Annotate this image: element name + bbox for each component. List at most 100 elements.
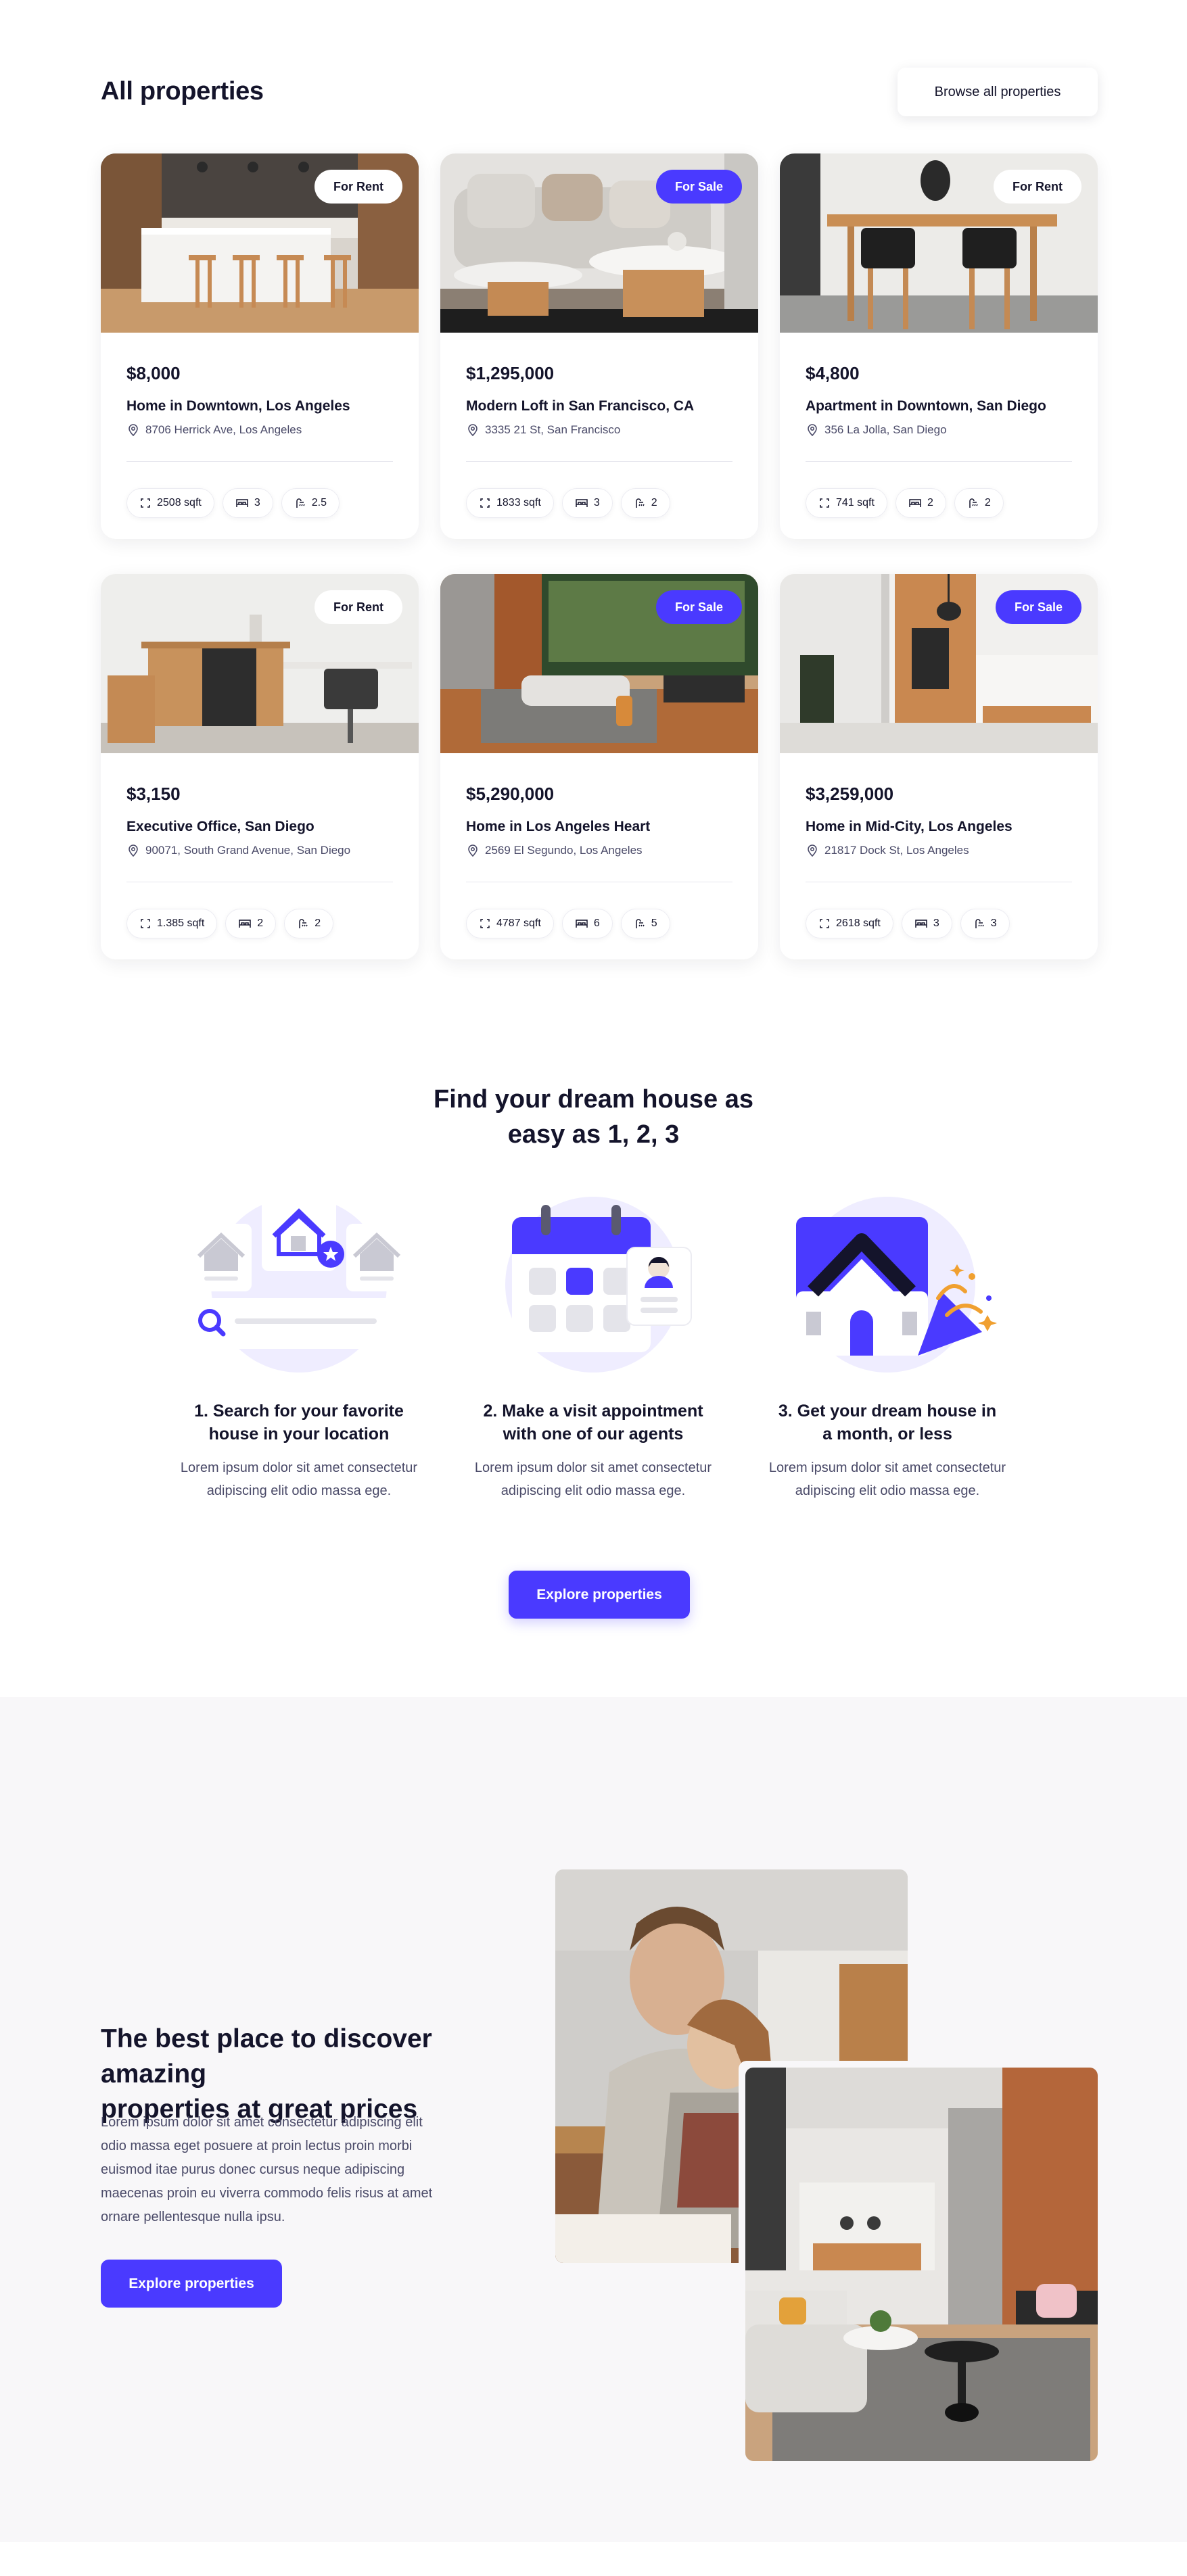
area-feature: 1.385 sqft [126,909,218,938]
listing-status-badge: For Rent [315,170,402,204]
shower-icon [969,498,978,508]
property-name[interactable]: Apartment in Downtown, San Diego [806,398,1046,414]
browse-all-properties-button[interactable]: Browse all properties [898,68,1098,116]
area-feature: 1833 sqft [466,488,554,518]
steps-title-line: Find your dream house as [434,1085,753,1114]
baths-feature: 2 [284,909,334,938]
property-name[interactable]: Executive Office, San Diego [126,819,315,835]
step-title-line: with one of our agents [503,1425,684,1444]
baths-value: 2.5 [311,497,327,508]
step-title-line: 2. Make a visit appointment [483,1402,703,1421]
property-photo-dining: For Rent [780,153,1098,333]
property-address: 8706 Herrick Ave, Los Angeles [126,423,302,437]
location-pin-icon [808,424,817,437]
step-title: 2. Make a visit appointment with one of … [444,1400,742,1446]
beds-feature: 2 [225,909,277,938]
beds-feature: 3 [222,488,273,518]
property-card[interactable]: For Rent $8,000 Home in Downtown, Los An… [101,153,419,539]
area-icon [480,498,490,508]
property-name[interactable]: Home in Los Angeles Heart [466,819,650,835]
property-address: 356 La Jolla, San Diego [806,423,947,437]
bed-icon [239,920,252,928]
location-pin-icon [808,844,817,857]
bed-icon [915,920,927,928]
card-divider [126,461,393,462]
step-description-line: adipiscing elit odio massa ege. [206,1483,392,1498]
area-feature: 4787 sqft [466,909,554,938]
beds-feature: 3 [561,488,613,518]
property-photo-office: For Rent [101,574,419,753]
property-address-text: 90071, South Grand Avenue, San Diego [145,844,351,857]
best-place-description-line: maecenas proin eu viverra commodo felis … [101,2186,433,2201]
beds-value: 3 [933,917,939,929]
property-card[interactable]: For Sale $1,295,000 Modern Loft in San F… [440,153,758,539]
property-card[interactable]: For Sale $5,290,000 Home in Los Angeles … [440,574,758,959]
beds-value: 6 [593,917,600,929]
beds-feature: 2 [895,488,946,518]
area-value: 2618 sqft [836,917,881,929]
property-price: $8,000 [126,363,181,383]
property-card[interactable]: For Rent $3,150 Executive Office, San Di… [101,574,419,959]
listing-status-badge: For Rent [315,590,402,624]
step-title-line: a month, or less [822,1425,952,1444]
property-address-text: 2569 El Segundo, Los Angeles [485,844,643,857]
property-name[interactable]: Home in Downtown, Los Angeles [126,398,350,414]
property-name[interactable]: Home in Mid-City, Los Angeles [806,819,1013,835]
property-address: 2569 El Segundo, Los Angeles [466,844,643,857]
card-divider [466,461,732,462]
property-features: 4787 sqft 6 5 [466,909,670,938]
best-place-description-line: odio massa eget posuere at proin lectus … [101,2139,413,2153]
property-name[interactable]: Modern Loft in San Francisco, CA [466,398,694,414]
property-features: 1.385 sqft 2 2 [126,909,334,938]
step-appointment: 2. Make a visit appointment with one of … [444,1197,742,1502]
area-icon [820,919,829,928]
property-card[interactable]: For Rent $4,800 Apartment in Downtown, S… [780,153,1098,539]
step-description: Lorem ipsum dolor sit amet consectetur a… [739,1456,1036,1502]
area-icon [141,498,150,508]
step-search: 1. Search for your favorite house in you… [150,1197,448,1502]
location-pin-icon [468,424,478,437]
baths-feature: 5 [620,909,670,938]
best-place-description-line: euismod itae purus donec cursus neque ad… [101,2162,405,2177]
baths-feature: 2 [954,488,1004,518]
beds-value: 3 [254,497,260,508]
properties-title: All properties [101,77,264,105]
step-description: Lorem ipsum dolor sit amet consectetur a… [444,1456,742,1502]
property-features: 2508 sqft 3 2.5 [126,488,340,518]
baths-value: 2 [651,497,657,508]
area-feature: 2618 sqft [806,909,893,938]
beds-feature: 3 [901,909,952,938]
area-value: 4787 sqft [496,917,541,929]
area-value: 2508 sqft [157,497,202,508]
location-pin-icon [129,844,138,857]
listing-status-badge: For Rent [994,170,1081,204]
beds-feature: 6 [561,909,613,938]
bed-icon [909,499,921,507]
area-icon [480,919,490,928]
property-card[interactable]: For Sale $3,259,000 Home in Mid-City, Lo… [780,574,1098,959]
best-place-explore-button[interactable]: Explore properties [101,2260,282,2308]
step-description-line: Lorem ipsum dolor sit amet consectetur [768,1460,1006,1475]
bed-icon [576,499,588,507]
property-photo-open-living: For Sale [440,574,758,753]
properties-section: All properties Browse all properties For… [101,68,1098,959]
step-description: Lorem ipsum dolor sit amet consectetur a… [150,1456,448,1502]
property-price: $4,800 [806,363,860,383]
step-title: 1. Search for your favorite house in you… [150,1400,448,1446]
location-pin-icon [129,424,138,437]
beds-value: 2 [257,917,264,929]
step-description-line: Lorem ipsum dolor sit amet consectetur [180,1460,418,1475]
best-place-description: Lorem ipsum dolor sit amet consectetur a… [101,2111,480,2229]
area-icon [141,919,150,928]
properties-header: All properties Browse all properties [101,68,1098,118]
shower-icon [299,919,308,928]
explore-properties-button[interactable]: Explore properties [509,1571,690,1619]
property-price: $5,290,000 [466,784,555,804]
shower-icon [296,498,305,508]
baths-feature: 3 [960,909,1010,938]
property-address: 3335 21 St, San Francisco [466,423,620,437]
listing-status-badge: For Sale [655,170,742,204]
property-price: $3,259,000 [806,784,894,804]
best-place-description-line: Lorem ipsum dolor sit amet consectetur a… [101,2115,423,2130]
property-features: 741 sqft 2 2 [806,488,1004,518]
